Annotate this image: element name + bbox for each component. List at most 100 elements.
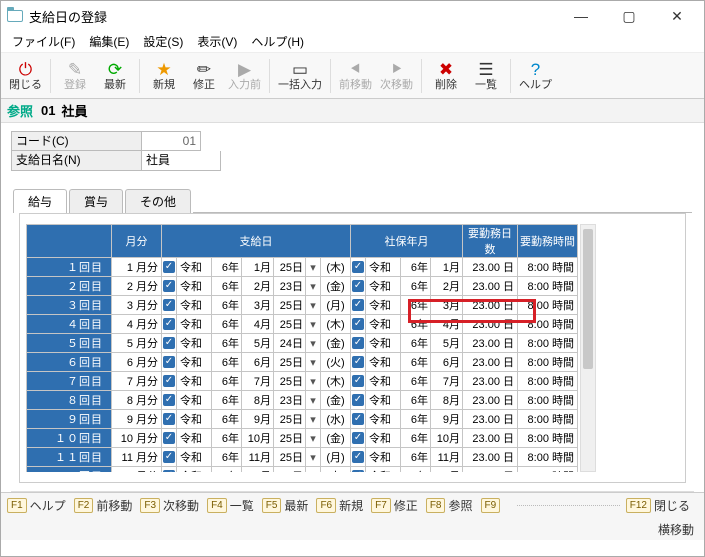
tab-bonus[interactable]: 賞与	[69, 189, 123, 213]
delete-button[interactable]: ✖削除	[426, 60, 466, 92]
cell-era[interactable]: 令和	[177, 372, 212, 391]
cell-workhours[interactable]: 8:00 時間	[518, 410, 578, 429]
dropdown-icon[interactable]: ▾	[306, 258, 321, 277]
cell-month[interactable]: 1 月分	[112, 258, 162, 277]
fk-next[interactable]: F3次移動	[140, 497, 199, 514]
menu-edit[interactable]: 編集(E)	[82, 31, 136, 52]
cell-shaho-month[interactable]: 11月	[431, 448, 463, 467]
shaho-check[interactable]	[351, 467, 366, 473]
cell-workhours[interactable]: 8:00 時間	[518, 353, 578, 372]
cell-year[interactable]: 6年	[212, 296, 242, 315]
cell-shaho-year[interactable]: 6年	[401, 353, 431, 372]
cell-shaho-year[interactable]: 6年	[401, 334, 431, 353]
cell-year[interactable]: 6年	[212, 277, 242, 296]
cell-month-num[interactable]: 11月	[242, 448, 274, 467]
cell-shaho-year[interactable]: 6年	[401, 277, 431, 296]
cell-year[interactable]: 6年	[212, 391, 242, 410]
shaho-check[interactable]	[351, 296, 366, 315]
cell-workhours[interactable]: 8:00 時間	[518, 429, 578, 448]
fk-list[interactable]: F4一覧	[207, 497, 254, 514]
dropdown-icon[interactable]: ▾	[306, 315, 321, 334]
dropdown-icon[interactable]: ▾	[306, 448, 321, 467]
cell-workhours[interactable]: 8:00 時間	[518, 315, 578, 334]
shaho-check[interactable]	[351, 258, 366, 277]
dropdown-icon[interactable]: ▾	[306, 353, 321, 372]
cell-month-num[interactable]: 2月	[242, 277, 274, 296]
cell-workhours[interactable]: 8:00 時間	[518, 448, 578, 467]
paydate-check[interactable]	[162, 258, 177, 277]
paydate-check[interactable]	[162, 277, 177, 296]
cell-workdays[interactable]: 23.00 日	[463, 277, 518, 296]
cell-shaho-era[interactable]: 令和	[366, 315, 401, 334]
dropdown-icon[interactable]: ▾	[306, 334, 321, 353]
shaho-check[interactable]	[351, 277, 366, 296]
cell-workdays[interactable]: 23.00 日	[463, 315, 518, 334]
cell-shaho-year[interactable]: 6年	[401, 372, 431, 391]
menu-view[interactable]: 表示(V)	[190, 31, 244, 52]
cell-year[interactable]: 6年	[212, 429, 242, 448]
paydate-check[interactable]	[162, 334, 177, 353]
cell-workdays[interactable]: 23.00 日	[463, 353, 518, 372]
cell-year[interactable]: 6年	[212, 334, 242, 353]
menu-file[interactable]: ファイル(F)	[5, 31, 82, 52]
cell-day[interactable]: 25日	[274, 410, 306, 429]
shaho-check[interactable]	[351, 391, 366, 410]
cell-shaho-month[interactable]: 6月	[431, 353, 463, 372]
fk-modify[interactable]: F7修正	[371, 497, 418, 514]
dropdown-icon[interactable]: ▾	[306, 372, 321, 391]
fk-new[interactable]: F6新規	[316, 497, 363, 514]
cell-shaho-era[interactable]: 令和	[366, 372, 401, 391]
maximize-button[interactable]: ▢	[608, 3, 650, 29]
cell-month-num[interactable]: 5月	[242, 334, 274, 353]
cell-year[interactable]: 6年	[212, 467, 242, 473]
cell-day[interactable]: 25日	[274, 467, 306, 473]
table-row[interactable]: ２回目2 月分令和6年2月23日▾(金)令和6年2月23.00 日8:00 時間	[27, 277, 578, 296]
cell-day[interactable]: 25日	[274, 448, 306, 467]
dropdown-icon[interactable]: ▾	[306, 467, 321, 473]
cell-era[interactable]: 令和	[177, 258, 212, 277]
paydate-check[interactable]	[162, 315, 177, 334]
cell-shaho-year[interactable]: 6年	[401, 391, 431, 410]
cell-workhours[interactable]: 8:00 時間	[518, 277, 578, 296]
cell-workhours[interactable]: 8:00 時間	[518, 372, 578, 391]
cell-month[interactable]: 10 月分	[112, 429, 162, 448]
cell-workhours[interactable]: 8:00 時間	[518, 296, 578, 315]
cell-month[interactable]: 11 月分	[112, 448, 162, 467]
list-button[interactable]: ☰一覧	[466, 60, 506, 92]
table-row[interactable]: １０回目10 月分令和6年10月25日▾(金)令和6年10月23.00 日8:0…	[27, 429, 578, 448]
cell-month[interactable]: 6 月分	[112, 353, 162, 372]
cell-shaho-year[interactable]: 6年	[401, 296, 431, 315]
cell-month-num[interactable]: 7月	[242, 372, 274, 391]
menu-settings[interactable]: 設定(S)	[136, 31, 190, 52]
cell-month-num[interactable]: 10月	[242, 429, 274, 448]
cell-month[interactable]: 9 月分	[112, 410, 162, 429]
modify-button[interactable]: ✏修正	[184, 60, 224, 92]
cell-era[interactable]: 令和	[177, 410, 212, 429]
minimize-button[interactable]: ―	[560, 3, 602, 29]
cell-workdays[interactable]: 23.00 日	[463, 258, 518, 277]
cell-shaho-month[interactable]: 4月	[431, 315, 463, 334]
cell-month[interactable]: 7 月分	[112, 372, 162, 391]
shaho-check[interactable]	[351, 372, 366, 391]
cell-shaho-era[interactable]: 令和	[366, 258, 401, 277]
cell-day[interactable]: 25日	[274, 429, 306, 448]
fk-refresh[interactable]: F5最新	[262, 497, 309, 514]
tab-other[interactable]: その他	[125, 189, 191, 213]
cell-era[interactable]: 令和	[177, 334, 212, 353]
cell-month[interactable]: 8 月分	[112, 391, 162, 410]
cell-shaho-era[interactable]: 令和	[366, 353, 401, 372]
paydate-check[interactable]	[162, 296, 177, 315]
fk-prev[interactable]: F2前移動	[74, 497, 133, 514]
cell-shaho-month[interactable]: 9月	[431, 410, 463, 429]
cell-workdays[interactable]: 23.00 日	[463, 429, 518, 448]
vertical-scrollbar[interactable]	[580, 224, 596, 472]
code-field[interactable]: 01	[141, 131, 201, 151]
cell-shaho-era[interactable]: 令和	[366, 334, 401, 353]
cell-shaho-era[interactable]: 令和	[366, 277, 401, 296]
cell-month-num[interactable]: 12月	[242, 467, 274, 473]
cell-shaho-era[interactable]: 令和	[366, 467, 401, 473]
cell-workhours[interactable]: 8:00 時間	[518, 334, 578, 353]
cell-era[interactable]: 令和	[177, 353, 212, 372]
close-window-button[interactable]: ✕	[656, 3, 698, 29]
table-row[interactable]: １１回目11 月分令和6年11月25日▾(月)令和6年11月23.00 日8:0…	[27, 448, 578, 467]
